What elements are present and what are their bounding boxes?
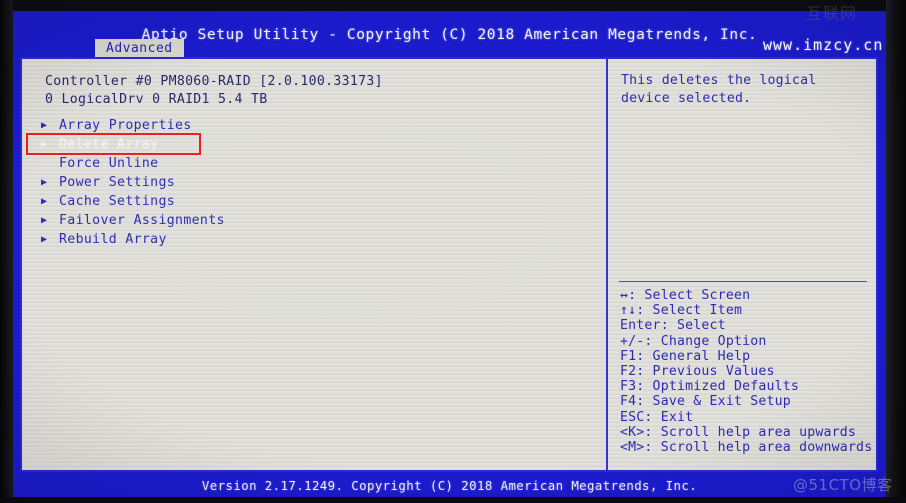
submenu-arrow-icon: ▶ xyxy=(41,196,48,207)
bios-screenshot: Aptio Setup Utility - Copyright (C) 2018… xyxy=(0,0,906,503)
help-key-action: : General Help xyxy=(636,348,751,364)
help-key-row: F3: Optimized Defaults xyxy=(620,379,874,394)
menu-pane: Controller #0 PM8060-RAID [2.0.100.33173… xyxy=(22,59,606,470)
help-key-action: : Scroll help area downwards xyxy=(644,439,873,455)
array-menu-list[interactable]: ▶Array Properties▶Delete Array▶Force Unl… xyxy=(26,116,591,249)
help-key: F2 xyxy=(620,363,637,379)
menu-item-force-unline[interactable]: ▶Force Unline xyxy=(31,154,591,173)
help-divider-horizontal xyxy=(619,281,867,282)
menu-item-label: Power Settings xyxy=(59,175,176,190)
help-key-action: : Change Option xyxy=(644,333,767,349)
bios-setup-window: Aptio Setup Utility - Copyright (C) 2018… xyxy=(13,11,886,497)
submenu-arrow-icon: ▶ xyxy=(41,234,48,245)
help-key: F4 xyxy=(620,394,637,410)
help-key-action: : Select Item xyxy=(636,303,743,319)
help-key-row: <K>: Scroll help area upwards xyxy=(620,425,874,440)
help-key: Enter xyxy=(620,318,661,334)
menu-tab-strip[interactable]: Advanced xyxy=(13,39,886,59)
help-key-row: Enter: Select xyxy=(620,318,874,333)
monitor-bezel-right xyxy=(886,0,906,503)
help-key-action: : Select xyxy=(660,318,726,334)
help-key: F1 xyxy=(620,348,637,364)
bios-version-text: Version 2.17.1249. Copyright (C) 2018 Am… xyxy=(201,478,698,493)
menu-item-failover-assignments[interactable]: ▶ Failover Assignments xyxy=(31,211,591,230)
help-key-row: +/-: Change Option xyxy=(620,334,874,349)
help-key: ESC xyxy=(620,409,645,425)
controller-info: Controller #0 PM8060-RAID [2.0.100.33173… xyxy=(45,73,383,109)
help-key-row: <M>: Scroll help area downwards xyxy=(620,440,874,455)
help-key: ↑↓ xyxy=(620,303,637,319)
help-key: <K> xyxy=(620,424,645,440)
logical-drive-line: 0 LogicalDrv 0 RAID1 5.4 TB xyxy=(45,92,268,107)
help-key-action: : Select Screen xyxy=(628,288,751,303)
monitor-bezel-left xyxy=(0,0,13,503)
monitor-bezel-bottom xyxy=(0,497,906,503)
menu-item-label: Rebuild Array xyxy=(59,232,167,247)
help-key: F3 xyxy=(620,379,637,395)
menu-item-label: Array Properties xyxy=(59,118,192,133)
menu-item-label: Force Unline xyxy=(59,156,159,171)
help-key-action: : Optimized Defaults xyxy=(636,379,800,395)
help-key-row: ↑↓: Select Item xyxy=(620,303,874,318)
menu-item-label: Cache Settings xyxy=(59,194,176,209)
help-key-row: ESC: Exit xyxy=(620,410,874,425)
red-annotation-box xyxy=(26,133,201,155)
help-key-action: : Previous Values xyxy=(636,363,775,379)
submenu-arrow-icon: ▶ xyxy=(41,215,48,226)
help-key-action: : Save & Exit Setup xyxy=(636,394,791,410)
title-bar: Aptio Setup Utility - Copyright (C) 2018… xyxy=(13,11,886,59)
menu-item-rebuild-array[interactable]: ▶ Rebuild Array xyxy=(31,230,591,249)
help-key-row: F4: Save & Exit Setup xyxy=(620,394,874,409)
help-key: <M> xyxy=(620,439,645,455)
watermark-url: www.imzcy.cn xyxy=(763,36,884,54)
help-description: This deletes the logical device selected… xyxy=(621,73,817,106)
help-key-legend: ↔: Select Screen ↑↓: Select Item Enter: Se… xyxy=(620,288,874,455)
help-pane: This deletes the logical device selected… xyxy=(608,59,876,470)
submenu-arrow-icon: ▶ xyxy=(41,177,48,188)
help-key: ↔ xyxy=(620,288,629,303)
tab-advanced[interactable]: Advanced xyxy=(95,39,184,59)
help-key-row: ↔: Select Screen xyxy=(620,288,874,303)
help-key: +/- xyxy=(620,333,645,349)
controller-line: Controller #0 PM8060-RAID [2.0.100.33173… xyxy=(45,74,383,89)
help-key-action: : Exit xyxy=(644,409,694,425)
help-key-action: : Scroll help area upwards xyxy=(644,424,857,440)
help-key-row: F2: Previous Values xyxy=(620,364,874,379)
menu-item-label: Failover Assignments xyxy=(59,213,225,228)
menu-item-power-settings[interactable]: ▶ Power Settings xyxy=(31,173,591,192)
menu-item-cache-settings[interactable]: ▶ Cache Settings xyxy=(31,192,591,211)
watermark-bottom-right: @51CTO博客 xyxy=(793,476,893,494)
monitor-bezel-top xyxy=(0,0,906,11)
status-bar: Version 2.17.1249. Copyright (C) 2018 Am… xyxy=(13,474,886,497)
watermark-top-right: 互联网 xyxy=(806,4,858,23)
setup-content-panel: Controller #0 PM8060-RAID [2.0.100.33173… xyxy=(20,57,878,472)
help-key-row: F1: General Help xyxy=(620,349,874,364)
